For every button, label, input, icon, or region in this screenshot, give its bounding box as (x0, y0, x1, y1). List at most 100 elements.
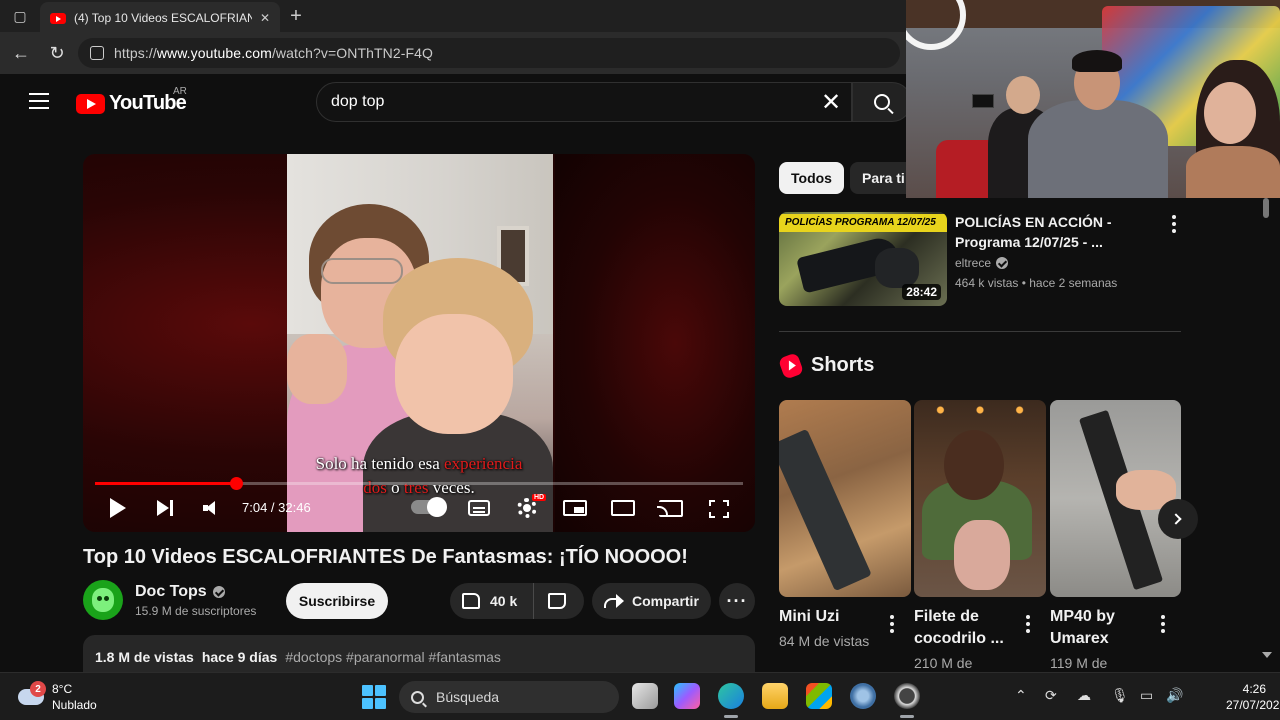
shorts-heading: Shorts (777, 351, 874, 380)
video-duration: 28:42 (902, 284, 941, 300)
cast-icon[interactable] (657, 500, 683, 517)
recommended-more-icon[interactable] (1168, 214, 1180, 234)
site-info-icon[interactable] (90, 46, 104, 60)
play-icon[interactable] (110, 498, 126, 518)
subtitles-icon[interactable] (468, 500, 490, 516)
short-more-icon[interactable] (1022, 614, 1034, 634)
weather-temp: 8°C (52, 682, 73, 696)
store-icon[interactable] (806, 683, 832, 709)
miniplayer-icon[interactable] (563, 500, 587, 516)
tab-title: (4) Top 10 Videos ESCALOFRIANTES (74, 11, 252, 25)
thumbnail-banner: POLICÍAS PROGRAMA 12/07/25 (779, 214, 947, 232)
video-title: Top 10 Videos ESCALOFRIANTES De Fantasma… (83, 546, 688, 568)
hamburger-menu-icon[interactable] (29, 93, 49, 109)
settings-icon[interactable] (850, 683, 876, 709)
share-icon (604, 594, 624, 608)
autoplay-toggle[interactable] (411, 497, 447, 517)
like-dislike-group: 40 k (450, 583, 584, 619)
search-icon (874, 94, 890, 110)
page-scrollbar[interactable] (1263, 198, 1269, 218)
recommended-channel[interactable]: eltrece (955, 256, 1009, 270)
short-more-icon[interactable] (886, 614, 898, 634)
chevron-right-icon (1170, 513, 1182, 525)
obs-icon[interactable] (894, 683, 920, 709)
system-clock[interactable]: 4:26 27/07/2025 (1226, 681, 1280, 713)
next-icon[interactable] (157, 500, 173, 516)
like-count: 40 k (490, 593, 518, 609)
running-indicator (724, 715, 738, 718)
network-icon[interactable]: ▭ (1140, 687, 1153, 704)
scrubber-handle[interactable] (229, 477, 243, 490)
task-view-icon[interactable] (632, 683, 658, 709)
tab-actions-icon[interactable]: ▢ (0, 0, 40, 32)
verified-check-icon (212, 586, 225, 598)
share-button[interactable]: Compartir (592, 583, 711, 619)
tab-close-icon[interactable]: ✕ (260, 11, 270, 25)
youtube-logo[interactable]: YouTube AR (76, 86, 187, 115)
settings-gear-icon[interactable] (517, 498, 537, 518)
chevron-up-icon[interactable]: ⌃ (1015, 687, 1027, 704)
copilot-icon[interactable] (674, 683, 700, 709)
shorts-next-button[interactable] (1158, 499, 1198, 539)
more-actions-button[interactable]: ··· (719, 583, 755, 619)
edge-icon[interactable] (718, 683, 744, 709)
notification-badge: 2 (30, 681, 46, 697)
short-views: 210 M de (914, 655, 973, 671)
speaker-icon[interactable]: 🔊 (1166, 687, 1183, 704)
region-code: AR (173, 86, 187, 97)
sync-icon[interactable]: ⟳ (1045, 687, 1057, 704)
refresh-icon[interactable]: ↻ (42, 38, 72, 68)
short-thumbnail[interactable] (914, 400, 1046, 597)
youtube-play-logo-icon (76, 93, 105, 114)
address-bar: ← ↻ https://www.youtube.com/watch?v=ONTh… (0, 32, 906, 74)
weather-widget[interactable]: 2 8°C Nublado (18, 681, 97, 713)
dislike-button[interactable] (548, 593, 566, 609)
recommended-thumbnail[interactable]: POLICÍAS PROGRAMA 12/07/25 28:42 (779, 212, 947, 306)
webcam-overlay (906, 0, 1280, 198)
scroll-down-arrow-icon[interactable] (1262, 652, 1272, 658)
short-title[interactable]: MP40 by Umarex (1050, 606, 1115, 650)
hd-badge: HD (532, 494, 547, 501)
fullscreen-icon[interactable] (709, 500, 729, 518)
progress-bar[interactable] (95, 477, 743, 490)
recommended-meta: 464 k vistas • hace 2 semanas (955, 276, 1118, 290)
share-label: Compartir (632, 593, 699, 609)
back-arrow-icon[interactable]: ← (6, 38, 36, 68)
short-thumbnail[interactable] (779, 400, 911, 597)
thumb-up-icon (462, 593, 480, 609)
search-input[interactable]: dop top ✕ (316, 82, 852, 122)
microphone-icon[interactable]: 🎙 (1111, 687, 1129, 704)
subscribe-button[interactable]: Suscribirse (286, 583, 388, 619)
new-tab-button[interactable]: + (280, 5, 312, 28)
theater-mode-icon[interactable] (611, 500, 635, 516)
verified-check-icon (996, 257, 1009, 269)
description-box[interactable]: 1.8 M de vistas hace 9 días #doctops #pa… (83, 635, 755, 675)
video-player[interactable]: Solo ha tenido esa experiencia dos o tre… (83, 154, 755, 532)
recommended-title[interactable]: POLICÍAS EN ACCIÓN - Programa 12/07/25 -… (955, 212, 1155, 252)
cloud-offline-icon[interactable]: ☁ (1077, 687, 1091, 704)
short-views: 119 M de (1050, 655, 1108, 671)
file-explorer-icon[interactable] (762, 683, 788, 709)
search-button[interactable] (852, 82, 912, 122)
search-query[interactable]: dop top (331, 93, 811, 111)
volume-icon[interactable] (203, 501, 219, 515)
section-divider (779, 331, 1181, 332)
browser-tab-bar: ▢ (4) Top 10 Videos ESCALOFRIANTES ✕ + (0, 0, 906, 34)
clear-search-icon[interactable]: ✕ (811, 88, 851, 117)
chip-all[interactable]: Todos (779, 162, 844, 194)
taskbar-search[interactable]: Búsqueda (399, 681, 619, 713)
short-title[interactable]: Mini Uzi (779, 606, 839, 628)
windows-start-icon[interactable] (362, 685, 386, 709)
channel-name[interactable]: Doc Tops (135, 583, 225, 601)
short-more-icon[interactable] (1157, 614, 1169, 634)
short-title[interactable]: Filete de cocodrilo ... (914, 606, 1004, 650)
short-thumbnail[interactable] (1050, 400, 1181, 597)
browser-tab[interactable]: (4) Top 10 Videos ESCALOFRIANTES ✕ (40, 2, 280, 34)
like-button[interactable]: 40 k (450, 583, 534, 619)
channel-avatar[interactable] (83, 580, 123, 620)
progress-played (95, 482, 236, 485)
url-field[interactable]: https://www.youtube.com/watch?v=ONThTN2-… (78, 38, 900, 68)
short-views: 84 M de vistas (779, 633, 870, 649)
shorts-icon (777, 351, 805, 380)
windows-taskbar: 2 8°C Nublado Búsqueda ⌃ ⟳ ☁ 🎙 ▭ 🔊 4:26 … (0, 672, 1280, 720)
